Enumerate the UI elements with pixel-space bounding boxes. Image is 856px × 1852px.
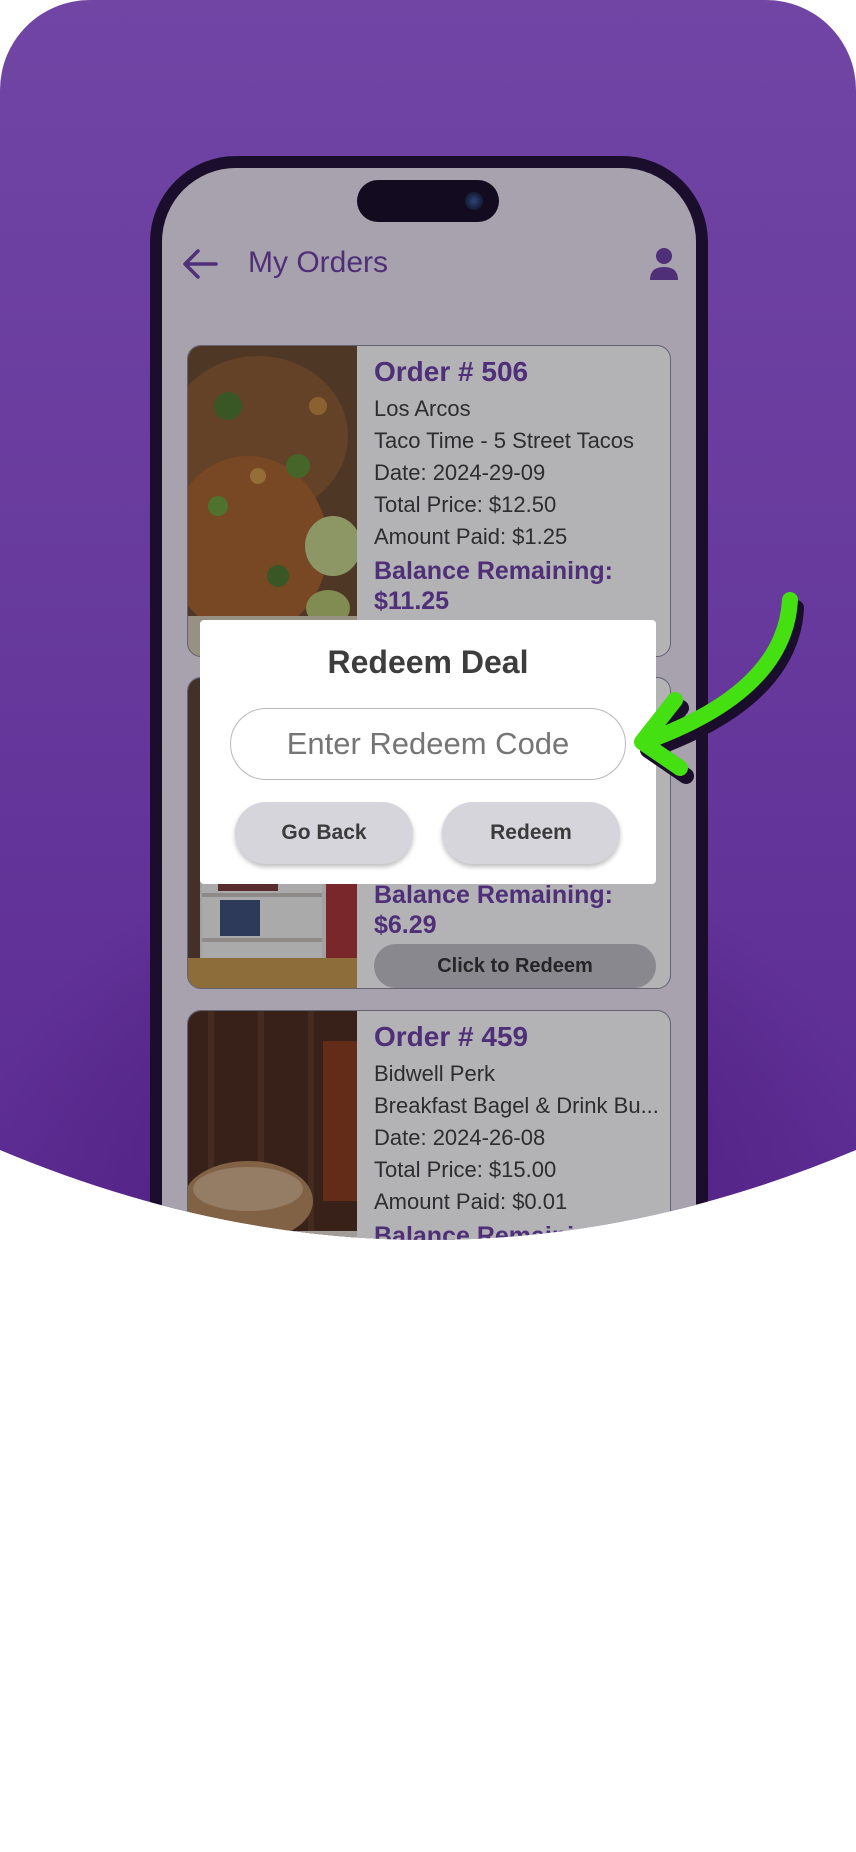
go-back-button[interactable]: Go Back	[235, 802, 413, 864]
redeem-code-input[interactable]	[230, 708, 626, 780]
callout-arrow-icon	[634, 592, 804, 784]
dialog-title: Redeem Deal	[327, 644, 529, 680]
redeem-dialog: Redeem Deal Go Back Redeem	[200, 620, 656, 884]
redeem-button[interactable]: Redeem	[442, 802, 620, 864]
